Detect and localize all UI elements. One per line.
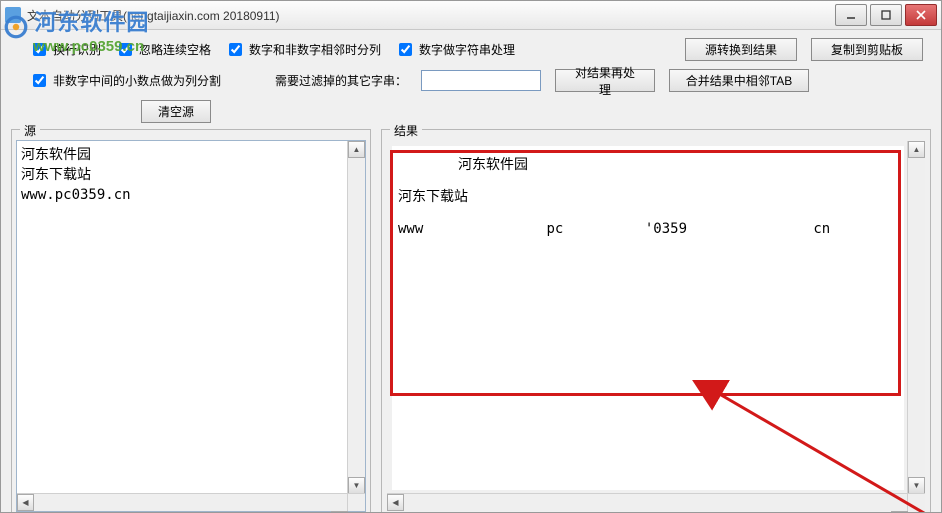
result-line-1: 河东软件园 bbox=[398, 152, 898, 178]
result-line-2: 河东下载站 bbox=[398, 184, 898, 210]
checkbox-decimal-split[interactable]: 非数字中间的小数点做为列分割 bbox=[29, 71, 221, 90]
panels-area: 源 ▲ ▼ ◀ ▶ 结果 河东软件园 河东下载 bbox=[1, 129, 941, 513]
window-title: 文本自动分列工具(hengtaijiaxin.com 20180911) bbox=[27, 7, 280, 24]
result-line-3: www pc '0359 cn bbox=[398, 216, 898, 242]
scroll-left-icon[interactable]: ◀ bbox=[17, 494, 34, 511]
scroll-left-icon[interactable]: ◀ bbox=[387, 494, 404, 511]
source-vertical-scrollbar[interactable]: ▲ ▼ bbox=[347, 141, 365, 494]
source-group: 源 ▲ ▼ ◀ ▶ bbox=[11, 129, 371, 513]
title-bar: 文本自动分列工具(hengtaijiaxin.com 20180911) bbox=[1, 1, 941, 30]
minimize-button[interactable] bbox=[835, 4, 867, 26]
scroll-corner bbox=[347, 493, 365, 511]
scroll-corner bbox=[907, 493, 925, 511]
app-window: 文本自动分列工具(hengtaijiaxin.com 20180911) 河东软… bbox=[0, 0, 942, 513]
result-textarea[interactable]: 河东软件园 河东下载站 www pc '0359 cn bbox=[392, 146, 904, 490]
result-legend: 结果 bbox=[390, 122, 422, 139]
clear-source-button[interactable]: 清空源 bbox=[141, 100, 211, 123]
scroll-up-icon[interactable]: ▲ bbox=[908, 141, 925, 158]
result-horizontal-scrollbar[interactable]: ◀ ▶ bbox=[387, 493, 908, 511]
filter-label: 需要过滤掉的其它字串： bbox=[275, 72, 407, 89]
source-legend: 源 bbox=[20, 122, 40, 139]
toolbar-row-2: 非数字中间的小数点做为列分割 需要过滤掉的其它字串： 对结果再处理 合并结果中相… bbox=[1, 65, 941, 100]
merge-tab-button[interactable]: 合并结果中相邻TAB bbox=[669, 69, 809, 92]
checkbox-digit-as-string-input[interactable] bbox=[399, 43, 412, 56]
result-group: 结果 河东软件园 河东下载站 www pc '0359 cn ▲ bbox=[381, 129, 931, 513]
scroll-up-icon[interactable]: ▲ bbox=[348, 141, 365, 158]
toolbar-row-1: 换行识别 忽略连续空格 数字和非数字相邻时分列 数字做字符串处理 源转换到结果 … bbox=[1, 30, 941, 65]
checkbox-line-break-input[interactable] bbox=[33, 43, 46, 56]
reprocess-button[interactable]: 对结果再处理 bbox=[555, 69, 655, 92]
source-horizontal-scrollbar[interactable]: ◀ ▶ bbox=[17, 493, 348, 511]
scroll-down-icon[interactable]: ▼ bbox=[908, 477, 925, 494]
app-icon bbox=[5, 7, 21, 23]
result-vertical-scrollbar[interactable]: ▲ ▼ bbox=[907, 141, 925, 494]
checkbox-decimal-split-input[interactable] bbox=[33, 74, 46, 87]
scroll-down-icon[interactable]: ▼ bbox=[348, 477, 365, 494]
checkbox-ignore-spaces[interactable]: 忽略连续空格 bbox=[115, 40, 211, 59]
convert-button[interactable]: 源转换到结果 bbox=[685, 38, 797, 61]
copy-clipboard-button[interactable]: 复制到剪贴板 bbox=[811, 38, 923, 61]
filter-input[interactable] bbox=[421, 70, 541, 91]
close-button[interactable] bbox=[905, 4, 937, 26]
checkbox-digit-as-string[interactable]: 数字做字符串处理 bbox=[395, 40, 515, 59]
checkbox-digit-split[interactable]: 数字和非数字相邻时分列 bbox=[225, 40, 381, 59]
checkbox-digit-split-input[interactable] bbox=[229, 43, 242, 56]
maximize-button[interactable] bbox=[870, 4, 902, 26]
checkbox-line-break[interactable]: 换行识别 bbox=[29, 40, 101, 59]
source-textarea[interactable] bbox=[16, 140, 366, 512]
checkbox-ignore-spaces-input[interactable] bbox=[119, 43, 132, 56]
